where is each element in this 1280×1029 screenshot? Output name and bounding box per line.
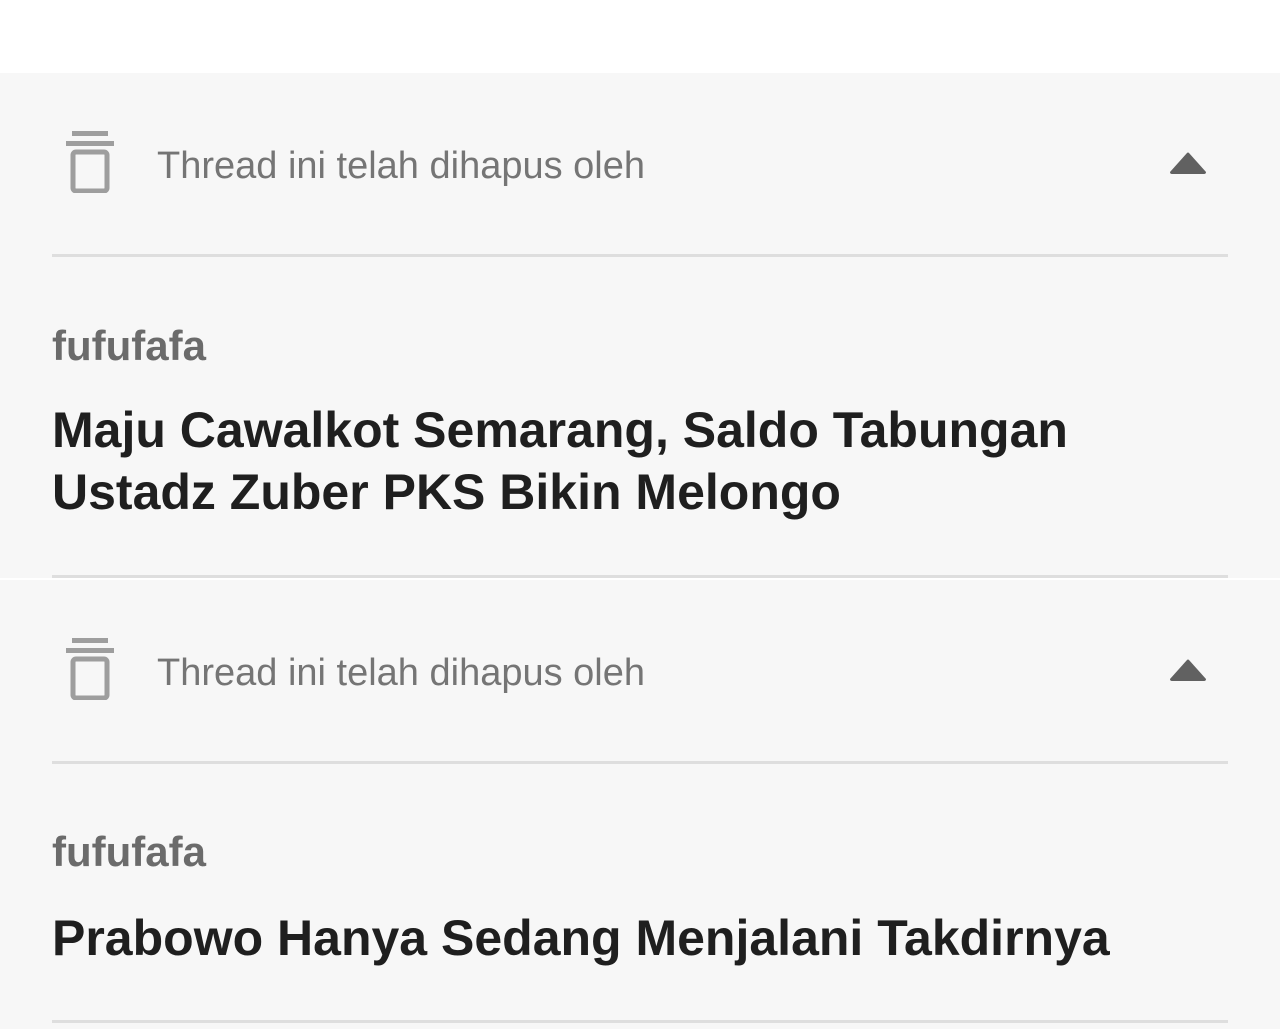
card-divider — [52, 575, 1228, 578]
trash-icon — [66, 131, 114, 193]
thread-title[interactable]: Maju Cawalkot Semarang, Saldo Tabungan U… — [52, 399, 1228, 523]
deleted-notice: Thread ini telah dihapus oleh — [157, 652, 646, 694]
trash-icon — [66, 638, 114, 700]
card-divider — [52, 1020, 1228, 1023]
thread-author[interactable]: fufufafa — [52, 321, 206, 371]
thread-title[interactable]: Prabowo Hanya Sedang Menjalani Takdirnya — [52, 907, 1228, 969]
caret-up-icon[interactable] — [1168, 150, 1208, 174]
thread-author[interactable]: fufufafa — [52, 827, 206, 877]
top-bar — [0, 0, 1280, 73]
caret-up-icon[interactable] — [1168, 657, 1208, 681]
deleted-notice: Thread ini telah dihapus oleh — [157, 145, 646, 187]
thread-card[interactable]: Thread ini telah dihapus oleh fufufafa M… — [0, 73, 1280, 578]
deleted-thread-header[interactable]: Thread ini telah dihapus oleh — [52, 73, 1228, 257]
deleted-thread-header[interactable]: Thread ini telah dihapus oleh — [52, 580, 1228, 764]
thread-card[interactable]: Thread ini telah dihapus oleh fufufafa P… — [0, 580, 1280, 1029]
